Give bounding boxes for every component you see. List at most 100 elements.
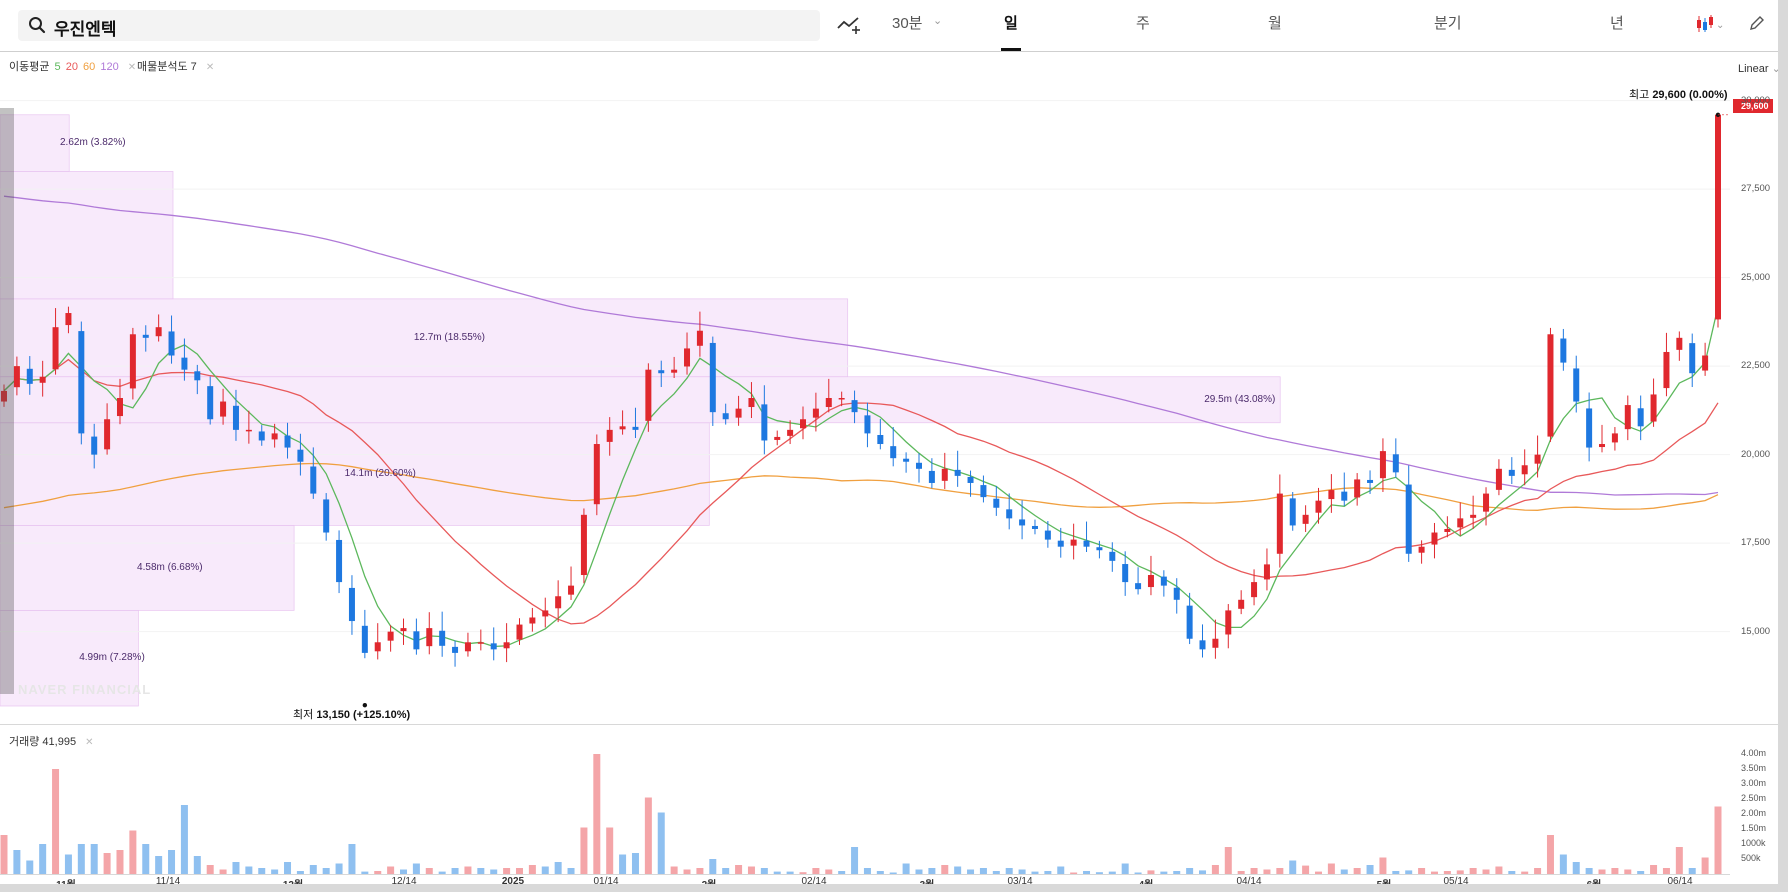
candle-body <box>1006 509 1013 519</box>
volume-bar <box>1121 863 1129 874</box>
chevron-down-icon[interactable]: ⌄ <box>933 14 942 27</box>
candle-body <box>181 357 188 370</box>
candle-body <box>1096 547 1103 551</box>
volume-axis-label: 1.50m <box>1741 823 1767 833</box>
top-toolbar: 우진엔텍 30분 ⌄ 일 주 월 분기 년 ⌄ <box>0 0 1788 52</box>
candle-body <box>490 643 497 650</box>
volume-bar <box>206 865 214 874</box>
volume-profile-label: 4.58m (6.68%) <box>137 561 203 573</box>
candle-body <box>310 466 317 494</box>
volume-bar <box>1302 865 1310 874</box>
candle-body <box>1341 491 1348 501</box>
candle-body <box>980 485 987 498</box>
volume-bar <box>245 866 253 874</box>
volume-bar <box>1650 865 1658 874</box>
volume-profile-bar <box>0 171 174 300</box>
volume-bar <box>941 865 949 874</box>
tab-month[interactable]: 월 <box>1268 12 1282 33</box>
candle-body <box>1560 338 1567 363</box>
price-chart[interactable] <box>0 52 1730 724</box>
candle-body <box>1276 493 1283 554</box>
candle-body <box>258 431 265 441</box>
volume-bar <box>554 862 562 874</box>
active-tab-indicator <box>1001 48 1021 51</box>
tab-week[interactable]: 주 <box>1136 12 1150 33</box>
candle-body <box>426 628 433 647</box>
candle-body <box>142 334 149 338</box>
candle-body <box>1238 599 1245 609</box>
candle-body <box>748 398 755 408</box>
volume-bar <box>193 856 201 874</box>
candle-body <box>232 405 239 430</box>
candle-body <box>464 642 471 652</box>
volume-bar <box>464 866 472 874</box>
candle-body <box>1044 530 1051 540</box>
left-edge-shade <box>0 108 14 694</box>
volume-profile-label: 29.5m (43.08%) <box>1204 393 1276 405</box>
indicator-draw-icon[interactable] <box>836 14 862 38</box>
volume-bar <box>1379 857 1387 874</box>
tab-day[interactable]: 일 <box>1004 12 1018 33</box>
candle-body <box>1109 551 1116 561</box>
volume-bar <box>412 863 420 874</box>
candle-body <box>91 436 98 455</box>
candle-body <box>1122 564 1129 583</box>
volume-profile-label: 14.1m (20.60%) <box>344 468 416 480</box>
volume-axis-label: 3.50m <box>1741 763 1767 773</box>
high-value: 29,600 (0.00%) <box>1652 89 1728 101</box>
volume-axis-label: 4.00m <box>1741 748 1767 758</box>
candle-body <box>516 624 523 640</box>
tab-quarter[interactable]: 분기 <box>1434 12 1462 33</box>
price-axis-label: 15,000 <box>1741 625 1771 637</box>
candle-body <box>787 429 794 436</box>
candle-body <box>890 446 897 459</box>
candle-body <box>194 371 201 381</box>
candle-body <box>1495 468 1502 490</box>
volume-bar <box>26 860 34 874</box>
watermark: NAVER FINANCIAL <box>18 682 152 697</box>
chart-type-icon[interactable]: ⌄ <box>1694 14 1724 38</box>
interval-select[interactable]: 30분 <box>892 12 923 33</box>
candle-body <box>619 426 626 430</box>
candle-body <box>864 415 871 434</box>
candle-body <box>1521 465 1528 475</box>
candle-body <box>26 368 33 384</box>
volume-bar <box>232 862 240 874</box>
candle-body <box>671 369 678 373</box>
candle-body <box>1637 408 1644 427</box>
candle-body <box>1547 334 1554 437</box>
candle-body <box>39 376 46 383</box>
candle-body <box>104 419 111 450</box>
candle-body <box>1315 500 1322 513</box>
candle-body <box>1147 575 1154 588</box>
candle-body <box>168 331 175 356</box>
volume-bar <box>180 805 188 874</box>
candle-body <box>13 366 20 388</box>
volume-bar <box>284 862 292 874</box>
volume-bar <box>1572 862 1580 874</box>
scale-label: Linear <box>1738 63 1769 75</box>
volume-bar <box>644 797 652 874</box>
candle-body <box>1379 451 1386 479</box>
candle-body <box>271 433 278 440</box>
candle-body <box>65 313 72 326</box>
low-value: 13,150 (+125.10%) <box>316 709 411 721</box>
pencil-icon[interactable] <box>1748 14 1766 36</box>
tab-year[interactable]: 년 <box>1610 12 1624 33</box>
low-label: 최저 <box>293 709 314 721</box>
volume-bar <box>335 863 343 874</box>
candle-body <box>761 404 768 441</box>
volume-chart[interactable] <box>0 740 1730 874</box>
candle-body <box>1225 610 1232 635</box>
panel-divider <box>0 724 1788 725</box>
scale-select[interactable]: Linear ⌄ <box>1738 62 1781 75</box>
candle-body <box>1302 514 1309 524</box>
stock-search-box[interactable]: 우진엔텍 <box>18 10 820 41</box>
volume-bar <box>606 827 614 874</box>
candle-body <box>323 499 330 533</box>
candle-body <box>336 539 343 583</box>
volume-bar <box>954 866 962 874</box>
candle-body <box>915 462 922 469</box>
candle-body <box>941 468 948 481</box>
volume-bar <box>116 850 124 874</box>
